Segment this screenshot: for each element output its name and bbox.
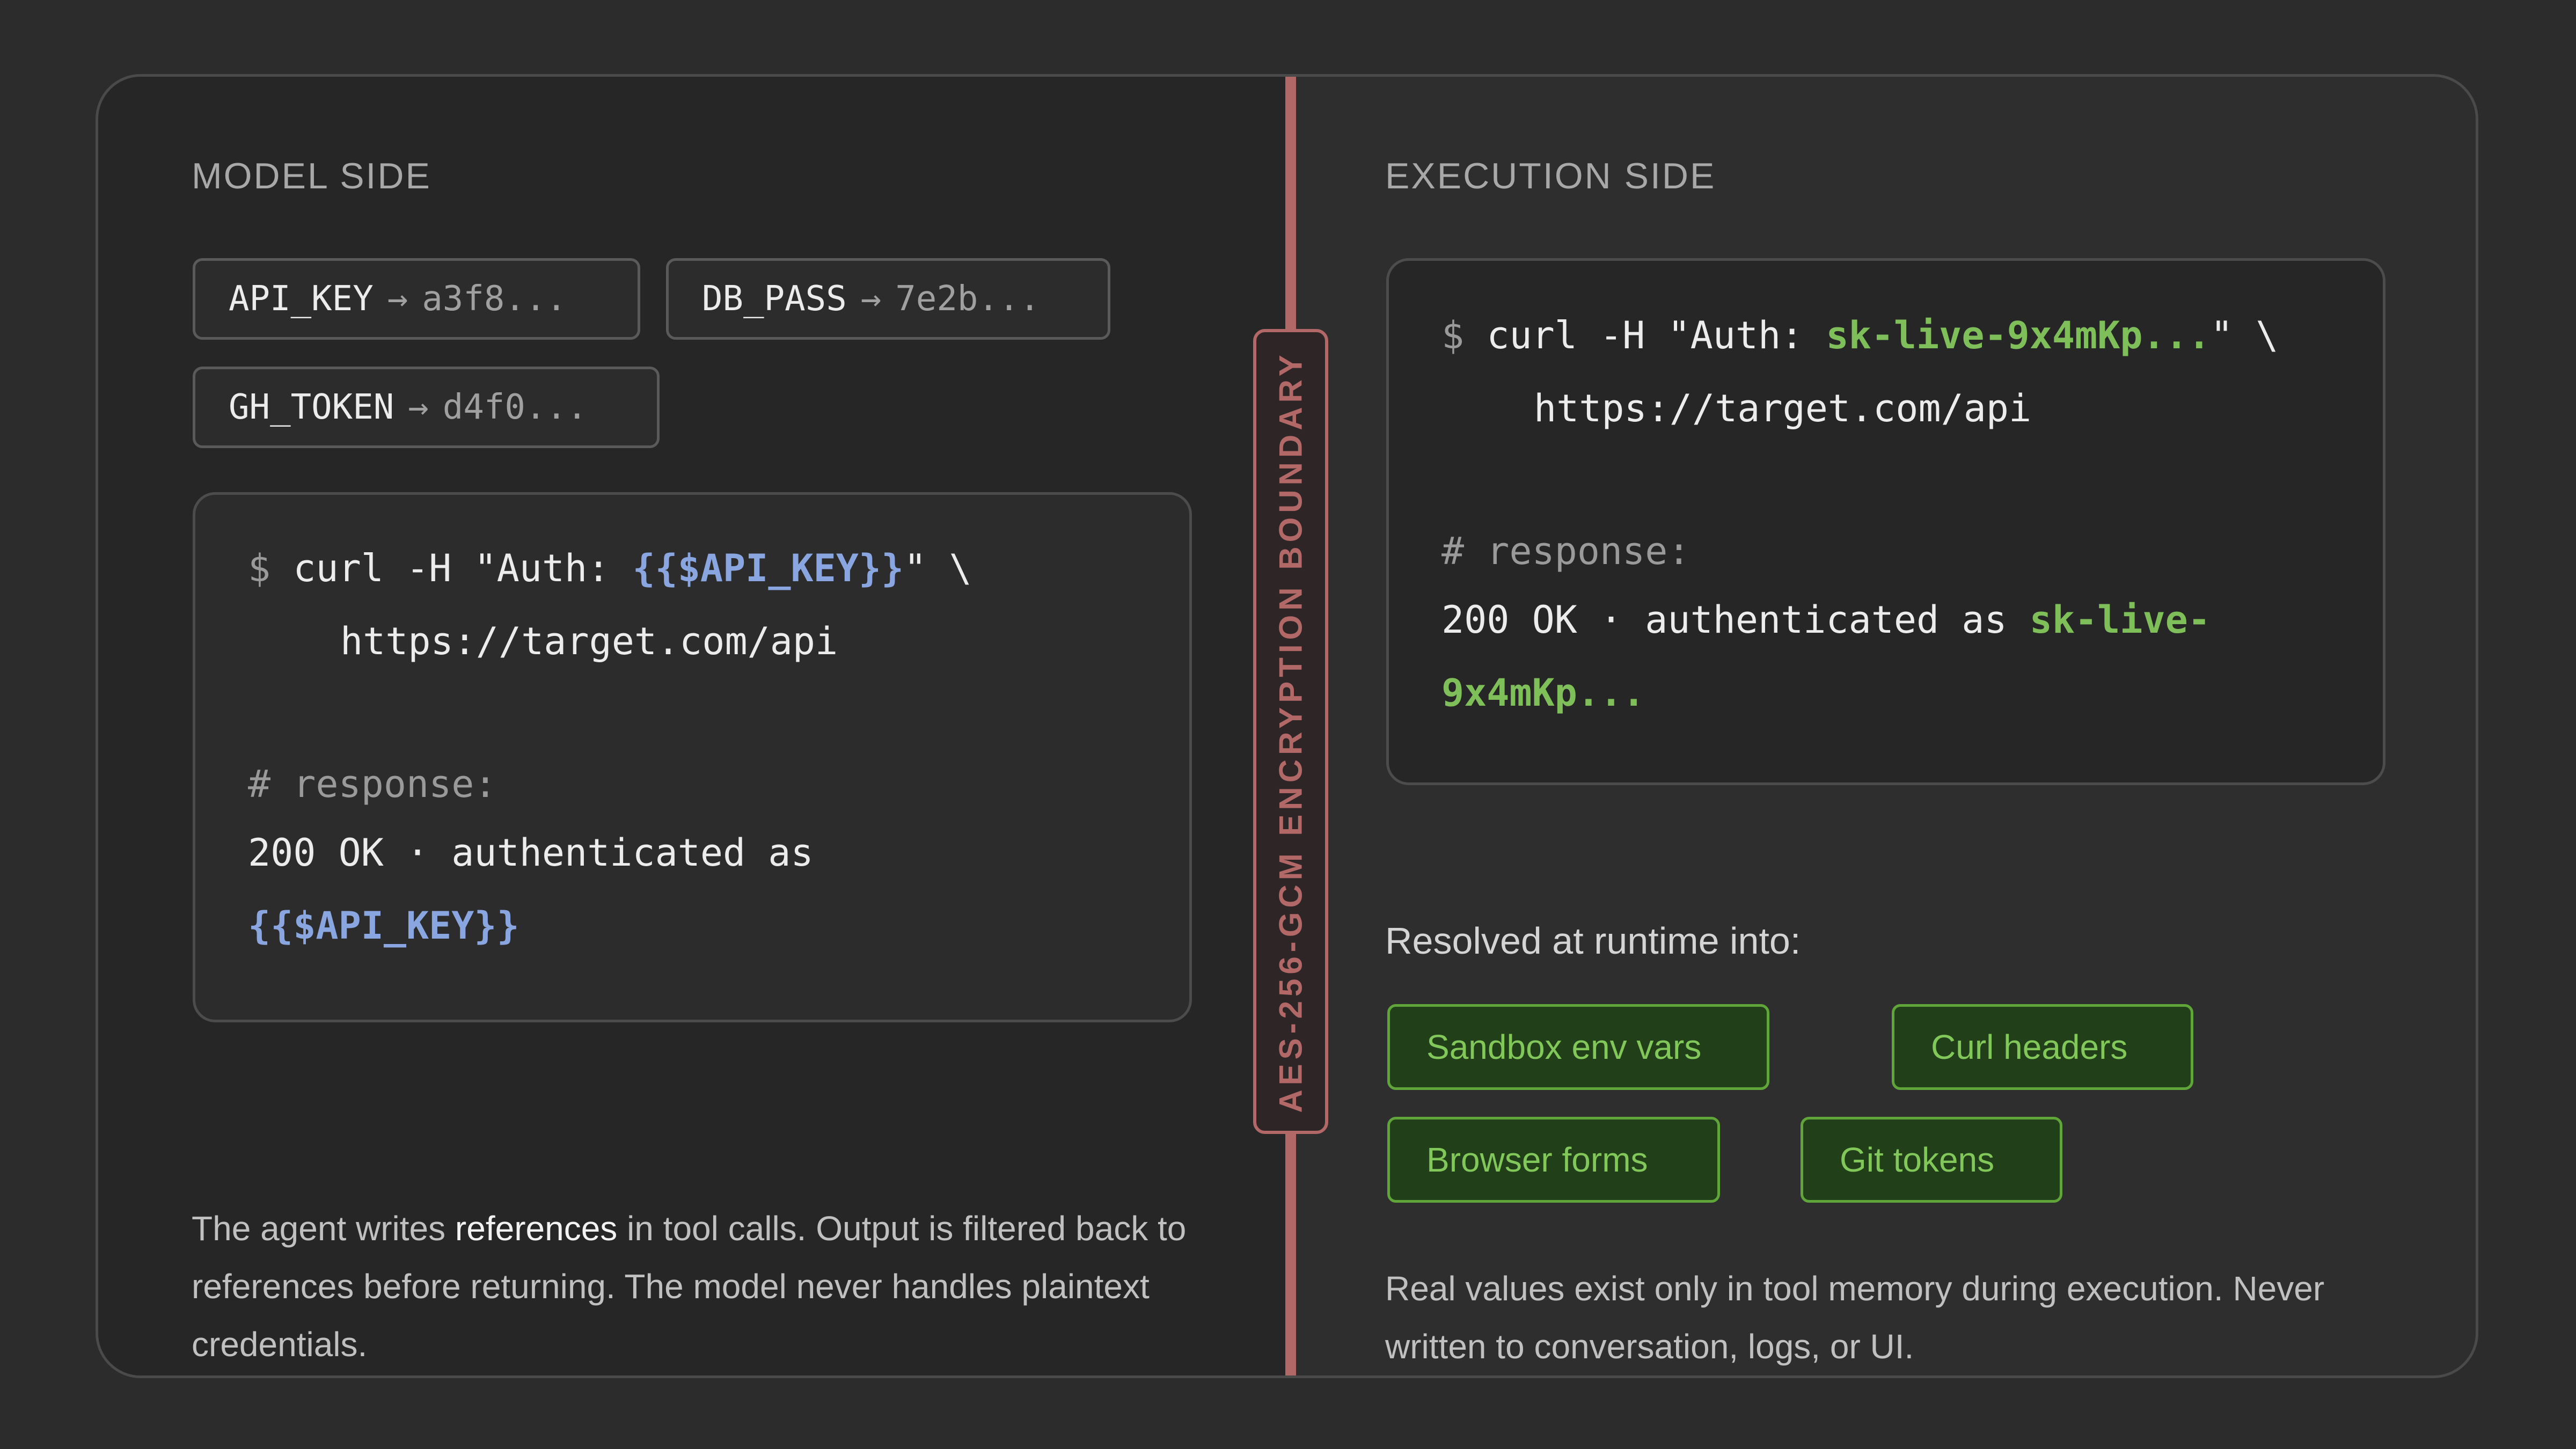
desc-text: The agent writes [192, 1209, 455, 1248]
resolved-label: Resolved at runtime into: [1385, 920, 1801, 962]
chip-db-pass: DB_PASS → 7e2b... [666, 258, 1110, 340]
chip-value: a3f8... [422, 279, 567, 319]
code-response: 200 OK · authenticated as [248, 831, 814, 875]
api-key-reference: {{$API_KEY}} [632, 546, 904, 590]
shell-prompt: $ [248, 546, 271, 590]
code-text: " \ [904, 546, 972, 590]
chip-value: d4f0... [442, 387, 588, 427]
code-line-url: https://target.com/api [340, 619, 838, 663]
chip-api-key: API_KEY → a3f8... [193, 258, 640, 340]
tag-git-tokens: Git tokens [1801, 1117, 2062, 1203]
chip-key: DB_PASS [702, 279, 847, 319]
model-side-description: The agent writes references in tool call… [192, 1199, 1201, 1373]
code-comment: # response: [248, 762, 497, 806]
response-reference: {{$API_KEY}} [248, 904, 519, 948]
boundary-label-text: AES-256-GCM ENCRYPTION BOUNDARY [1272, 350, 1309, 1113]
diagram-card: MODEL SIDE API_KEY → a3f8... DB_PASS → 7… [96, 74, 2478, 1378]
code-response: 200 OK · authenticated as sk-live- [1441, 598, 2211, 642]
shell-prompt: $ [1441, 313, 1465, 357]
arrow-icon: → [387, 279, 408, 319]
encryption-boundary-label: AES-256-GCM ENCRYPTION BOUNDARY [1253, 329, 1328, 1134]
code-line-1: $ curl -H "Auth: {{$API_KEY}}" \ [248, 546, 972, 590]
chip-gh-token: GH_TOKEN → d4f0... [193, 367, 660, 448]
code-text: curl -H "Auth: [293, 546, 633, 590]
code-text: curl -H "Auth: [1487, 313, 1826, 357]
live-secret-continuation: 9x4mKp... [1441, 671, 1645, 715]
arrow-icon: → [860, 279, 882, 319]
chip-key: GH_TOKEN [229, 387, 394, 427]
tag-curl-headers: Curl headers [1892, 1004, 2193, 1090]
model-side-panel: MODEL SIDE API_KEY → a3f8... DB_PASS → 7… [98, 77, 1291, 1375]
live-secret-value: sk-live- [2029, 598, 2211, 642]
execution-side-panel: EXECUTION SIDE $ curl -H "Auth: sk-live-… [1291, 77, 2476, 1375]
tag-browser-forms: Browser forms [1387, 1117, 1720, 1203]
live-secret-value: sk-live-9x4mKp... [1826, 313, 2211, 357]
chip-key: API_KEY [229, 279, 374, 319]
code-text: 200 OK · authenticated as [1441, 598, 2030, 642]
execution-code-block: $ curl -H "Auth: sk-live-9x4mKp..." \ ht… [1386, 258, 2385, 785]
chip-value: 7e2b... [895, 279, 1040, 319]
code-text: " \ [2210, 313, 2279, 357]
code-line-1: $ curl -H "Auth: sk-live-9x4mKp..." \ [1441, 313, 2278, 357]
references-emphasis: references [455, 1209, 618, 1248]
code-comment: # response: [1441, 529, 1690, 573]
model-code-block: $ curl -H "Auth: {{$API_KEY}}" \ https:/… [193, 492, 1192, 1022]
execution-side-title: EXECUTION SIDE [1385, 156, 1716, 196]
code-line-url: https://target.com/api [1534, 386, 2032, 430]
model-side-title: MODEL SIDE [192, 156, 431, 196]
arrow-icon: → [408, 387, 429, 427]
tag-sandbox-env-vars: Sandbox env vars [1387, 1004, 1769, 1090]
execution-side-description: Real values exist only in tool memory du… [1385, 1269, 2325, 1366]
